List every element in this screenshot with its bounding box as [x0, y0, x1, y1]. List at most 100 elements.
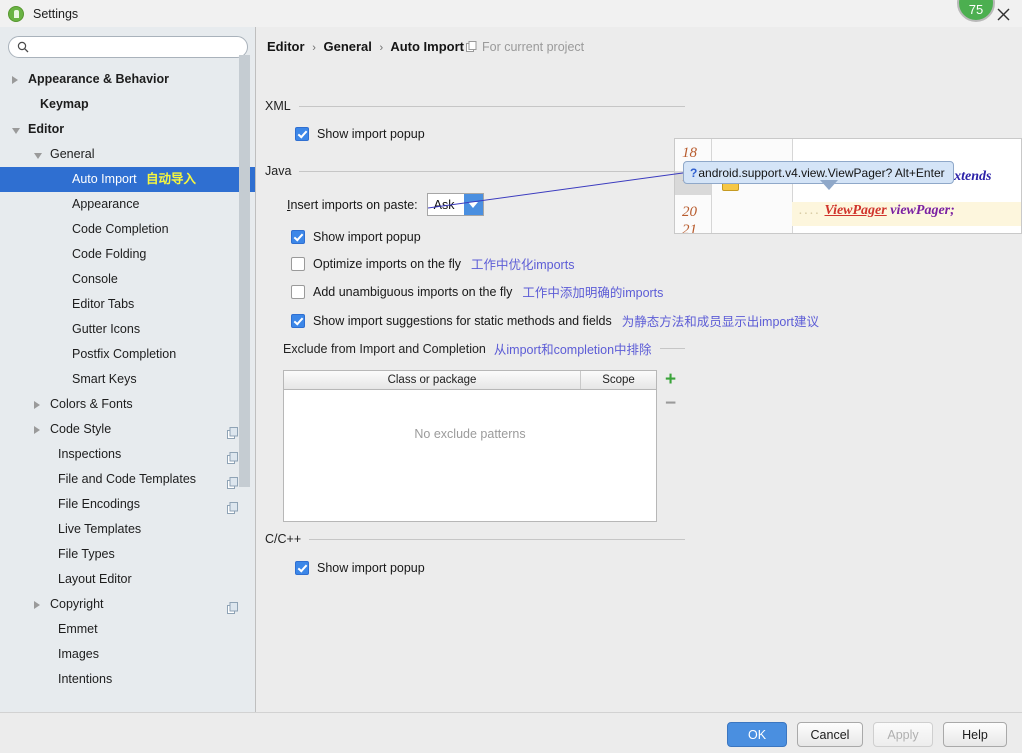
sidebar-item-colors-fonts[interactable]: Colors & Fonts — [0, 392, 255, 417]
copy-settings-icon[interactable] — [227, 448, 238, 464]
help-button[interactable]: Help — [943, 722, 1007, 747]
section-xml-title: XML — [265, 99, 685, 113]
exclude-table-empty-text: No exclude patterns — [414, 427, 526, 441]
sidebar-item-label: Intentions — [58, 672, 113, 686]
scope-hint: For current project — [466, 40, 584, 55]
java-add-unambiguous-row[interactable]: Add unambiguous imports on the fly 工作中添加… — [291, 278, 663, 305]
dialog-footer: OK Cancel Apply Help — [0, 712, 1022, 753]
copy-settings-icon[interactable] — [227, 598, 238, 614]
search-box[interactable] — [8, 36, 248, 58]
column-header-class-or-package[interactable]: Class or package — [284, 371, 581, 389]
chevron-down-icon[interactable] — [34, 153, 42, 159]
sidebar-item-label: Live Templates — [58, 522, 142, 536]
chevron-right-icon[interactable] — [34, 426, 40, 434]
sidebar-item-live-templates[interactable]: Live Templates — [0, 517, 255, 542]
sidebar-item-layout-editor[interactable]: Layout Editor — [0, 567, 255, 592]
insert-imports-row[interactable]: Insert imports on paste: Ask — [287, 193, 484, 216]
title-bar: Settings — [0, 0, 1022, 27]
sidebar-item-label: Postfix Completion — [72, 347, 177, 361]
cancel-button[interactable]: Cancel — [797, 722, 863, 747]
sidebar-item-label: File and Code Templates — [58, 472, 197, 486]
sidebar-item-inspections[interactable]: Inspections — [0, 442, 255, 467]
cpp-show-import-popup-row[interactable]: Show import popup — [295, 554, 685, 581]
sidebar-item-images[interactable]: Images — [0, 642, 255, 667]
java-static-suggestions-row[interactable]: Show import suggestions for static metho… — [291, 307, 819, 334]
java-static-suggestions-checkbox[interactable] — [291, 313, 305, 328]
add-exclude-button[interactable]: + — [661, 370, 680, 389]
sidebar-item-keymap[interactable]: Keymap — [0, 92, 255, 117]
sidebar-item-label: Code Completion — [72, 222, 169, 236]
dialog-body: Appearance & Behavior Keymap Editor General… — [0, 27, 1022, 712]
remove-exclude-button[interactable]: − — [661, 394, 680, 413]
copy-settings-icon[interactable] — [227, 473, 238, 489]
section-java-label: Java — [265, 164, 292, 178]
sidebar-item-label: Auto Import — [72, 172, 137, 186]
cpp-show-import-popup-checkbox[interactable] — [295, 560, 309, 575]
code-line-number-20: 20 — [682, 204, 697, 220]
xml-show-import-popup-row[interactable]: Show import popup — [295, 120, 685, 147]
sidebar-item-postfix-completion[interactable]: Postfix Completion — [0, 342, 255, 367]
sidebar-item-code-style[interactable]: Code Style — [0, 417, 255, 442]
sidebar-item-appearance[interactable]: Appearance — [0, 192, 255, 217]
chevron-right-icon[interactable] — [34, 601, 40, 609]
sidebar-item-appearance-behavior[interactable]: Appearance & Behavior — [0, 67, 255, 92]
sidebar-item-auto-import[interactable]: Auto Import 自动导入 — [0, 167, 255, 192]
sidebar-item-annotation: 自动导入 — [146, 172, 197, 186]
sidebar-item-editor[interactable]: Editor — [0, 117, 255, 142]
java-optimize-imports-checkbox[interactable] — [291, 256, 305, 271]
java-show-import-popup-label: Show import popup — [313, 229, 421, 244]
sidebar-item-file-types[interactable]: File Types — [0, 542, 255, 567]
sidebar-item-console[interactable]: Console — [0, 267, 255, 292]
exclude-table[interactable]: Class or package Scope No exclude patter… — [283, 370, 657, 522]
section-cpp-label: C/C++ — [265, 532, 302, 546]
ok-button[interactable]: OK — [727, 722, 787, 747]
sidebar-item-editor-tabs[interactable]: Editor Tabs — [0, 292, 255, 317]
settings-tree[interactable]: Appearance & Behavior Keymap Editor General… — [0, 67, 255, 712]
sidebar-item-gutter-icons[interactable]: Gutter Icons — [0, 317, 255, 342]
apply-button: Apply — [873, 722, 933, 747]
copy-settings-icon[interactable] — [227, 423, 238, 439]
sidebar-item-emmet[interactable]: Emmet — [0, 617, 255, 642]
chevron-right-icon[interactable] — [12, 76, 18, 84]
chevron-right-icon[interactable] — [34, 401, 40, 409]
java-optimize-imports-label: Optimize imports on the fly — [313, 256, 461, 271]
breadcrumb-general[interactable]: General — [323, 39, 371, 54]
java-optimize-imports-row[interactable]: Optimize imports on the fly 工作中优化imports — [291, 250, 574, 277]
close-icon[interactable] — [992, 3, 1014, 25]
sidebar-item-smart-keys[interactable]: Smart Keys — [0, 367, 255, 392]
sidebar-item-file-encodings[interactable]: File Encodings — [0, 492, 255, 517]
insert-imports-label-rest: nsert imports on paste: — [290, 197, 418, 212]
chevron-down-icon[interactable] — [12, 128, 20, 134]
sidebar-item-general[interactable]: General — [0, 142, 255, 167]
java-static-suggestions-note: 为静态方法和成员显示出import建议 — [621, 315, 819, 329]
copy-settings-icon[interactable] — [227, 498, 238, 514]
xml-show-import-popup-checkbox[interactable] — [295, 126, 309, 141]
java-show-import-popup-row[interactable]: Show import popup — [291, 223, 421, 250]
java-add-unambiguous-checkbox[interactable] — [291, 284, 305, 299]
java-show-import-popup-checkbox[interactable] — [291, 229, 305, 244]
sidebar-item-label: Copyright — [50, 597, 104, 611]
column-header-scope[interactable]: Scope — [581, 371, 656, 389]
sidebar-item-file-and-code-templates[interactable]: File and Code Templates — [0, 467, 255, 492]
code-line-number-21: 21 — [682, 222, 697, 234]
sidebar-item-label: File Types — [58, 547, 115, 561]
sidebar-item-label: Code Style — [50, 422, 112, 436]
search-input[interactable] — [8, 36, 248, 58]
sidebar-item-code-folding[interactable]: Code Folding — [0, 242, 255, 267]
sidebar-scrollbar-thumb[interactable] — [239, 55, 250, 487]
insert-imports-dropdown[interactable]: Ask — [426, 193, 484, 216]
sidebar-item-label: Appearance — [72, 197, 140, 211]
sidebar-item-code-completion[interactable]: Code Completion — [0, 217, 255, 242]
java-add-unambiguous-note: 工作中添加明确的imports — [522, 286, 664, 300]
section-exclude: Exclude from Import and Completion 从impo… — [283, 339, 685, 358]
xml-show-import-popup-label: Show import popup — [317, 126, 425, 141]
sidebar-item-copyright[interactable]: Copyright — [0, 592, 255, 617]
settings-content: Editor › General › Auto Import For curre… — [257, 27, 1022, 712]
breadcrumb-editor[interactable]: Editor — [267, 39, 305, 54]
settings-sidebar: Appearance & Behavior Keymap Editor General… — [0, 27, 256, 712]
sidebar-item-label: Emmet — [58, 622, 98, 636]
import-tooltip[interactable]: ? android.support.v4.view.ViewPager? Alt… — [683, 161, 954, 184]
chevron-down-icon[interactable] — [463, 194, 483, 215]
sidebar-item-intentions[interactable]: Intentions — [0, 667, 255, 692]
section-cpp-rule — [309, 538, 685, 540]
